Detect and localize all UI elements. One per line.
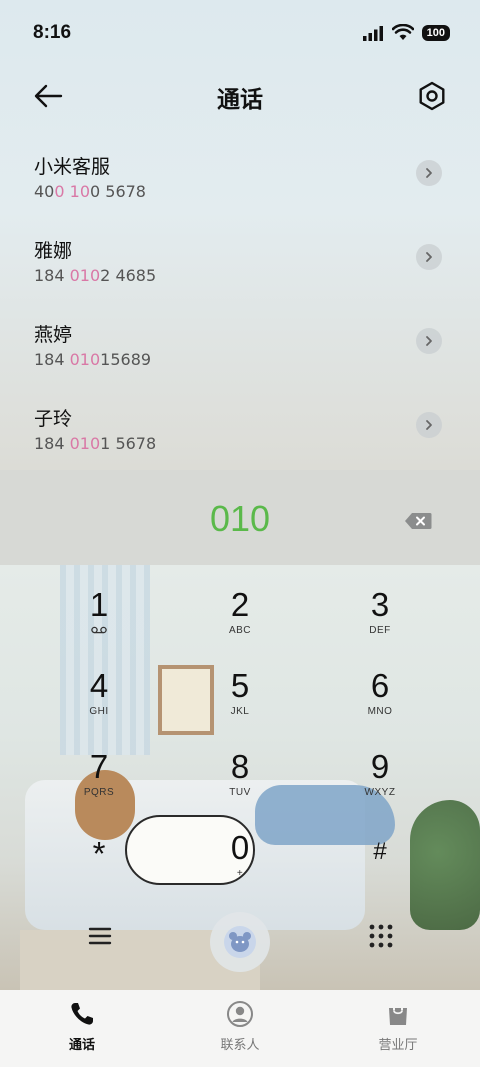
shop-bag-icon — [389, 1002, 407, 1025]
chevron-right-icon — [426, 168, 432, 178]
contact-name: 燕婷 — [34, 324, 73, 346]
key-letters: MNO — [367, 706, 393, 717]
dialed-number-bar: 010 — [0, 470, 480, 565]
header: 通话 — [0, 68, 480, 124]
settings-button[interactable] — [414, 78, 450, 114]
key-digit: 4 — [89, 667, 109, 704]
key-letters: TUV — [229, 787, 251, 798]
tab-label: 通话 — [68, 1038, 95, 1053]
call-avatar-icon — [224, 926, 256, 958]
wifi-icon — [391, 24, 414, 40]
contact-name: 小米客服 — [34, 156, 111, 178]
contact-detail-button[interactable] — [416, 328, 442, 354]
contact-detail-button[interactable] — [416, 244, 442, 270]
chevron-right-icon — [426, 336, 432, 346]
gear-icon — [419, 81, 445, 111]
key-9[interactable]: 9 WXYZ — [330, 749, 430, 819]
contact-detail-button[interactable] — [416, 160, 442, 186]
keypad-toggle-button[interactable] — [367, 922, 395, 950]
key-letters: ABC — [228, 625, 252, 636]
tab-service-hall[interactable]: 营业厅 — [348, 1000, 448, 1053]
battery-indicator: 100 — [421, 24, 450, 41]
menu-icon — [88, 927, 112, 945]
bottom-nav: 通话 联系人 营业厅 — [0, 990, 480, 1067]
contact-number: 184 0101 5678 — [34, 434, 157, 453]
tab-label: 联系人 — [220, 1038, 260, 1053]
key-digit: 6 — [370, 667, 390, 704]
contact-name: 子玲 — [34, 408, 73, 430]
call-button[interactable] — [210, 912, 270, 972]
contact-number: 184 0102 4685 — [34, 266, 157, 285]
key-digit: 8 — [230, 748, 250, 785]
key-letters: PQRS — [83, 787, 115, 798]
contact-detail-button[interactable] — [416, 412, 442, 438]
key-8[interactable]: 8 TUV — [190, 749, 290, 819]
person-icon — [227, 1001, 253, 1027]
key-digit: 9 — [370, 748, 390, 785]
contact-row[interactable]: 雅娜 184 0102 4685 — [0, 236, 480, 320]
key-digit: 7 — [89, 748, 109, 785]
page-title: 通话 — [217, 87, 263, 113]
key-digit: # — [373, 838, 387, 865]
key-digit: 2 — [230, 586, 250, 623]
tab-contacts[interactable]: 联系人 — [190, 1000, 290, 1053]
key-hash[interactable]: # — [330, 834, 430, 904]
key-letters: DEF — [369, 625, 391, 636]
key-digit: 3 — [370, 586, 390, 623]
backspace-icon — [405, 513, 432, 529]
key-0[interactable]: 0 + — [190, 830, 290, 900]
contact-number: 184 01015689 — [34, 350, 152, 369]
key-letters: GHI — [89, 706, 109, 717]
key-digit: * — [92, 835, 106, 872]
key-2[interactable]: 2 ABC — [190, 587, 290, 657]
chevron-right-icon — [426, 252, 432, 262]
key-star[interactable]: * — [49, 836, 149, 906]
contact-row[interactable]: 燕婷 184 01015689 — [0, 320, 480, 404]
status-icons: 100 — [362, 24, 450, 41]
contact-number: 400 100 5678 — [34, 182, 146, 201]
status-time: 8:16 — [33, 22, 72, 43]
key-digit: 5 — [230, 667, 250, 704]
key-digit: 1 — [89, 586, 109, 623]
chevron-right-icon — [426, 420, 432, 430]
signal-icon — [362, 25, 383, 41]
voicemail-icon — [91, 626, 107, 634]
tab-label: 营业厅 — [378, 1038, 418, 1053]
status-bar: 8:16 100 — [0, 0, 480, 68]
contact-name: 雅娜 — [34, 240, 73, 262]
phone-icon — [71, 1003, 93, 1025]
key-1[interactable]: 1 — [49, 587, 149, 657]
key-3[interactable]: 3 DEF — [330, 587, 430, 657]
contact-row[interactable]: 小米客服 400 100 5678 — [0, 152, 480, 236]
tab-calls[interactable]: 通话 — [32, 1000, 132, 1053]
key-letters: + — [236, 868, 244, 879]
key-7[interactable]: 7 PQRS — [49, 749, 149, 819]
key-letters: JKL — [230, 706, 250, 717]
backspace-button[interactable] — [404, 512, 432, 530]
key-5[interactable]: 5 JKL — [190, 668, 290, 738]
key-6[interactable]: 6 MNO — [330, 668, 430, 738]
key-letters: WXYZ — [364, 787, 396, 798]
menu-button[interactable] — [86, 922, 114, 950]
key-4[interactable]: 4 GHI — [49, 668, 149, 738]
dialpad-grid-icon — [369, 924, 393, 948]
key-digit: 0 — [230, 829, 250, 866]
